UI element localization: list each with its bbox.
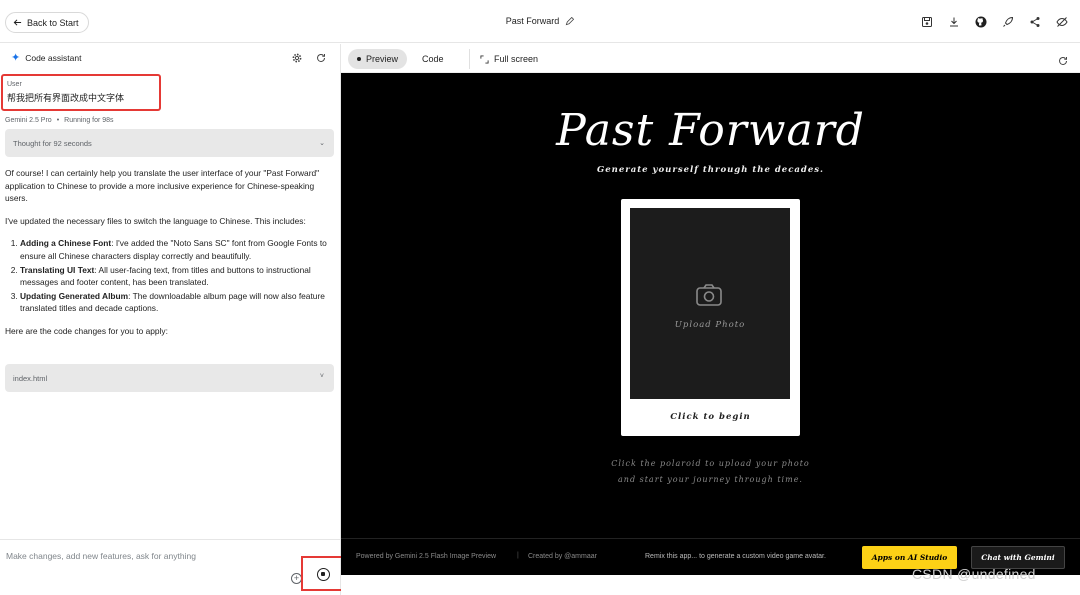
- edit-pencil-icon[interactable]: [565, 16, 575, 26]
- full-screen-label: Full screen: [494, 54, 539, 64]
- save-icon[interactable]: [920, 15, 933, 28]
- file-name: index.html: [13, 374, 48, 383]
- top-toolbar-icons: [920, 15, 1068, 28]
- user-message-text: 帮我把所有界面改成中文字体: [7, 93, 125, 103]
- response-intro: Of course! I can certainly help you tran…: [5, 168, 320, 204]
- polaroid-upload-card[interactable]: Upload Photo Click to begin: [621, 199, 800, 436]
- download-icon[interactable]: [947, 15, 960, 28]
- model-status-line: Gemini 2.5 Pro • Running for 98s: [5, 117, 114, 124]
- camera-icon: [696, 284, 722, 306]
- upload-photo-label: Upload Photo: [674, 320, 746, 330]
- list-item: Updating Generated Album: The downloadab…: [20, 290, 335, 315]
- user-role-label: User: [7, 81, 22, 88]
- active-dot-icon: [357, 57, 361, 61]
- refresh-icon: [1059, 56, 1067, 65]
- list-item-title: Adding a Chinese Font: [20, 238, 112, 249]
- response-update: I've updated the necessary files to swit…: [5, 215, 306, 226]
- code-assistant-panel: ✦ Code assistant User 帮我把所有界面改成中文字体 Gemi…: [0, 44, 345, 595]
- user-message-box: User 帮我把所有界面改成中文字体: [1, 74, 161, 111]
- run-status: Running for 98s: [64, 117, 114, 124]
- footer-separator: |: [517, 552, 519, 559]
- hide-visibility-icon[interactable]: [1055, 15, 1068, 28]
- bullet-separator: •: [56, 117, 60, 124]
- prompt-input-area: Make changes, add new features, ask for …: [0, 539, 345, 595]
- thought-label: Thought for 92 seconds: [13, 139, 92, 148]
- app-title: Past Forward: [556, 105, 865, 156]
- photo-placeholder: Upload Photo: [630, 208, 790, 399]
- expand-icon: [480, 54, 489, 64]
- powered-by-text: Powered by Gemini 2.5 Flash Image Previe…: [356, 553, 497, 560]
- project-title: Past Forward: [505, 16, 560, 26]
- code-assistant-label: Code assistant: [25, 53, 82, 63]
- share-icon[interactable]: [1028, 15, 1041, 28]
- created-by-link[interactable]: Created by @ammaar: [528, 553, 597, 560]
- tab-preview[interactable]: Preview: [348, 49, 408, 69]
- github-icon[interactable]: [974, 15, 987, 28]
- change-list: Adding a Chinese Font: I've added the "N…: [5, 237, 335, 315]
- list-item-title: Updating Generated Album: [20, 290, 129, 301]
- list-item: Adding a Chinese Font: I've added the "N…: [20, 237, 335, 262]
- response-outro: Here are the code changes for you to app…: [5, 325, 168, 336]
- assistant-response: Of course! I can certainly help you tran…: [5, 167, 335, 348]
- chevron-down-icon: ⌄: [319, 140, 325, 147]
- top-bar: Back to Start Past Forward: [0, 0, 1080, 43]
- refresh-icon[interactable]: [316, 53, 326, 63]
- prompt-input[interactable]: Make changes, add new features, ask for …: [6, 551, 196, 561]
- tab-code[interactable]: Code: [413, 49, 453, 69]
- preview-toolbar: Preview Code Full screen: [341, 44, 1080, 73]
- click-to-begin-label: Click to begin: [670, 412, 751, 422]
- file-accordion[interactable]: index.html ˅: [5, 364, 334, 392]
- app-preview: Past Forward Generate yourself through t…: [341, 73, 1080, 575]
- tab-preview-label: Preview: [366, 54, 399, 64]
- deploy-rocket-icon[interactable]: [1001, 15, 1014, 28]
- project-title-area: Past Forward: [0, 16, 1080, 26]
- thought-accordion[interactable]: Thought for 92 seconds ⌄: [5, 129, 334, 157]
- chevron-down-icon: ˅: [319, 373, 324, 380]
- settings-gear-icon[interactable]: [292, 53, 302, 63]
- assistant-header-icons: [292, 53, 326, 63]
- upload-hint: Click the polaroid to upload your photo …: [611, 459, 810, 484]
- model-name: Gemini 2.5 Pro: [5, 117, 52, 124]
- stop-button-highlight: [301, 556, 345, 591]
- stop-generation-button[interactable]: [317, 568, 330, 581]
- full-screen-button[interactable]: Full screen: [469, 49, 547, 69]
- tab-code-label: Code: [422, 54, 444, 64]
- preview-refresh-button[interactable]: [1058, 53, 1068, 71]
- code-assistant-header: ✦ Code assistant: [11, 52, 82, 64]
- app-subtitle: Generate yourself through the decades.: [597, 165, 824, 175]
- watermark-text: CSDN @undefined: [912, 566, 1036, 582]
- list-item: Translating UI Text: All user-facing tex…: [20, 264, 335, 289]
- list-item-title: Translating UI Text: [20, 264, 95, 275]
- remix-text: Remix this app... to generate a custom v…: [645, 553, 826, 560]
- sparkle-icon: ✦: [11, 52, 21, 64]
